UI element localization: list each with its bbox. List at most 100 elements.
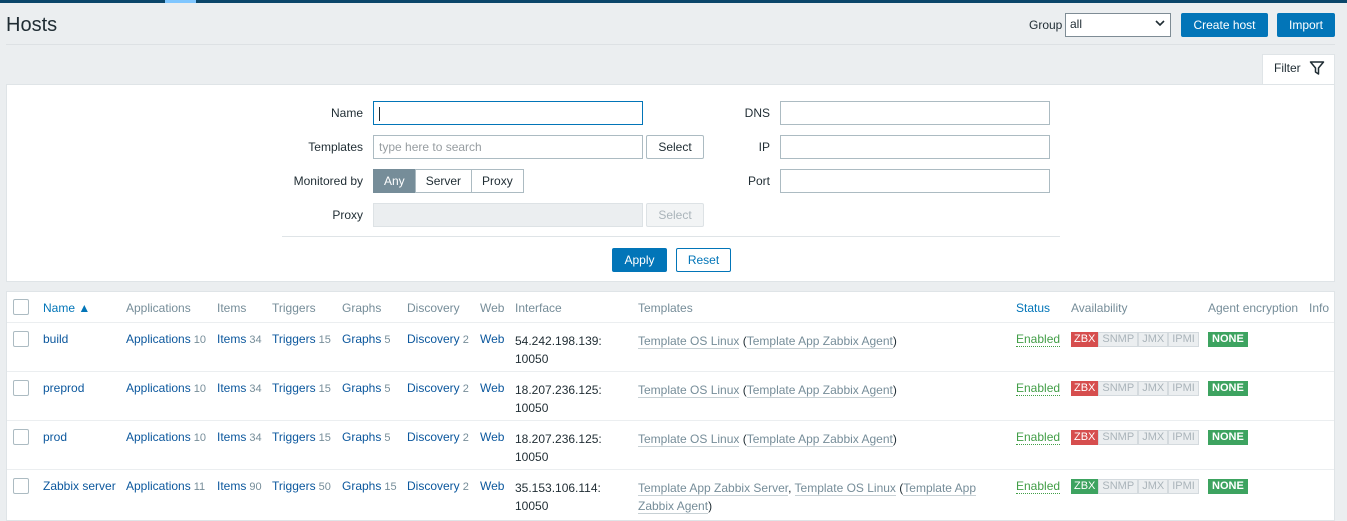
column-header-items: Items <box>217 301 247 315</box>
filter-tab-label: Filter <box>1274 61 1301 75</box>
template-link[interactable]: Template App Zabbix Agent <box>746 432 893 447</box>
row-checkbox[interactable] <box>13 380 29 396</box>
template-link[interactable]: Template App Zabbix Agent <box>746 383 893 398</box>
web-link[interactable]: Web <box>480 479 504 493</box>
templates-cell: Template OS Linux (Template App Zabbix A… <box>638 432 897 447</box>
discovery-link[interactable]: Discovery 2 <box>407 430 469 444</box>
column-header-interface: Interface <box>515 301 562 315</box>
table-row: build Applications 10 Items 34 Triggers 15 … <box>7 322 1334 371</box>
zbx-badge: ZBX <box>1071 332 1099 347</box>
applications-link[interactable]: Applications 10 <box>126 381 206 395</box>
dns-input[interactable] <box>780 101 1050 125</box>
hosts-table: Name ▲ Applications Items Triggers Graph… <box>6 291 1335 521</box>
graphs-link[interactable]: Graphs 5 <box>342 381 390 395</box>
triggers-link[interactable]: Triggers 15 <box>272 381 331 395</box>
zbx-badge: ZBX <box>1071 381 1099 396</box>
row-checkbox[interactable] <box>13 331 29 347</box>
applications-link[interactable]: Applications 10 <box>126 430 206 444</box>
web-link[interactable]: Web <box>480 430 504 444</box>
row-checkbox[interactable] <box>13 478 29 494</box>
filter-icon <box>1309 61 1325 75</box>
top-nav-bar <box>0 0 1347 3</box>
status-toggle[interactable]: Enabled <box>1016 430 1061 445</box>
graphs-link[interactable]: Graphs 5 <box>342 332 390 346</box>
group-select[interactable]: all <box>1065 13 1171 37</box>
column-header-discovery: Discovery <box>407 301 460 315</box>
discovery-link[interactable]: Discovery 2 <box>407 479 469 493</box>
template-link[interactable]: Template App Zabbix Server <box>638 481 789 496</box>
discovery-link[interactable]: Discovery 2 <box>407 381 469 395</box>
interface-cell: 18.207.236.125: 10050 <box>515 432 602 464</box>
create-host-button[interactable]: Create host <box>1181 13 1268 37</box>
templates-label: Templates <box>308 140 363 154</box>
template-link[interactable]: Template App Zabbix Agent <box>746 334 893 349</box>
ipmi-badge: IPMI <box>1168 479 1199 494</box>
ip-input[interactable] <box>780 135 1050 159</box>
group-label: Group <box>1029 18 1063 32</box>
zbx-badge: ZBX <box>1071 479 1099 494</box>
column-header-info: Info <box>1309 301 1330 315</box>
table-row: prod Applications 10 Items 34 Triggers 15 G… <box>7 420 1334 469</box>
monitored-by-server[interactable]: Server <box>414 169 473 193</box>
monitored-by-any[interactable]: Any <box>373 169 416 193</box>
zbx-badge: ZBX <box>1071 430 1099 445</box>
templates-cell: Template OS Linux (Template App Zabbix A… <box>638 383 897 398</box>
templates-cell: Template App Zabbix Server, Template OS … <box>638 481 976 514</box>
import-button[interactable]: Import <box>1277 13 1335 37</box>
items-link[interactable]: Items 34 <box>217 430 262 444</box>
graphs-link[interactable]: Graphs 15 <box>342 479 397 493</box>
snmp-badge: SNMP <box>1098 332 1139 347</box>
triggers-link[interactable]: Triggers 50 <box>272 479 331 493</box>
templates-cell: Template OS Linux (Template App Zabbix A… <box>638 334 897 349</box>
jmx-badge: JMX <box>1138 430 1169 445</box>
name-input[interactable] <box>373 101 643 125</box>
column-header-status[interactable]: Status <box>1016 301 1050 315</box>
encryption-badge: NONE <box>1208 430 1248 445</box>
web-link[interactable]: Web <box>480 332 504 346</box>
host-name-link[interactable]: prod <box>43 430 67 444</box>
monitored-by-label: Monitored by <box>293 174 363 188</box>
proxy-input <box>373 203 643 227</box>
template-link[interactable]: Template OS Linux <box>794 481 896 496</box>
snmp-badge: SNMP <box>1098 381 1139 396</box>
template-link[interactable]: Template OS Linux <box>638 432 740 447</box>
filter-tab[interactable]: Filter <box>1262 54 1335 86</box>
template-link[interactable]: Template OS Linux <box>638 383 740 398</box>
status-toggle[interactable]: Enabled <box>1016 479 1061 494</box>
host-name-link[interactable]: Zabbix server <box>43 479 116 493</box>
templates-input[interactable]: type here to search <box>373 135 643 159</box>
templates-placeholder: type here to search <box>379 140 482 154</box>
group-select-value: all <box>1070 17 1083 31</box>
interface-cell: 18.207.236.125: 10050 <box>515 383 602 415</box>
triggers-link[interactable]: Triggers 15 <box>272 430 331 444</box>
status-toggle[interactable]: Enabled <box>1016 332 1061 347</box>
filter-divider <box>282 236 1060 237</box>
select-all-checkbox[interactable] <box>13 299 29 315</box>
graphs-link[interactable]: Graphs 5 <box>342 430 390 444</box>
status-toggle[interactable]: Enabled <box>1016 381 1061 396</box>
row-checkbox[interactable] <box>13 429 29 445</box>
column-header-graphs: Graphs <box>342 301 382 315</box>
port-input[interactable] <box>780 169 1050 193</box>
items-link[interactable]: Items 90 <box>217 479 262 493</box>
discovery-link[interactable]: Discovery 2 <box>407 332 469 346</box>
applications-link[interactable]: Applications 10 <box>126 332 206 346</box>
encryption-badge: NONE <box>1208 381 1248 396</box>
reset-button[interactable]: Reset <box>676 248 731 272</box>
apply-button[interactable]: Apply <box>612 248 667 272</box>
monitored-by-segmented-control: Any Server Proxy <box>373 169 524 193</box>
jmx-badge: JMX <box>1138 479 1169 494</box>
column-header-name[interactable]: Name ▲ <box>43 301 90 315</box>
items-link[interactable]: Items 34 <box>217 381 262 395</box>
monitored-by-proxy[interactable]: Proxy <box>471 169 524 193</box>
host-name-link[interactable]: preprod <box>43 381 84 395</box>
template-link[interactable]: Template OS Linux <box>638 334 740 349</box>
web-link[interactable]: Web <box>480 381 504 395</box>
items-link[interactable]: Items 34 <box>217 332 262 346</box>
snmp-badge: SNMP <box>1098 479 1139 494</box>
availability-badges: ZBX SNMP JMX IPMI <box>1071 332 1199 347</box>
triggers-link[interactable]: Triggers 15 <box>272 332 331 346</box>
host-name-link[interactable]: build <box>43 332 68 346</box>
encryption-badge: NONE <box>1208 479 1248 494</box>
applications-link[interactable]: Applications 11 <box>126 479 205 493</box>
